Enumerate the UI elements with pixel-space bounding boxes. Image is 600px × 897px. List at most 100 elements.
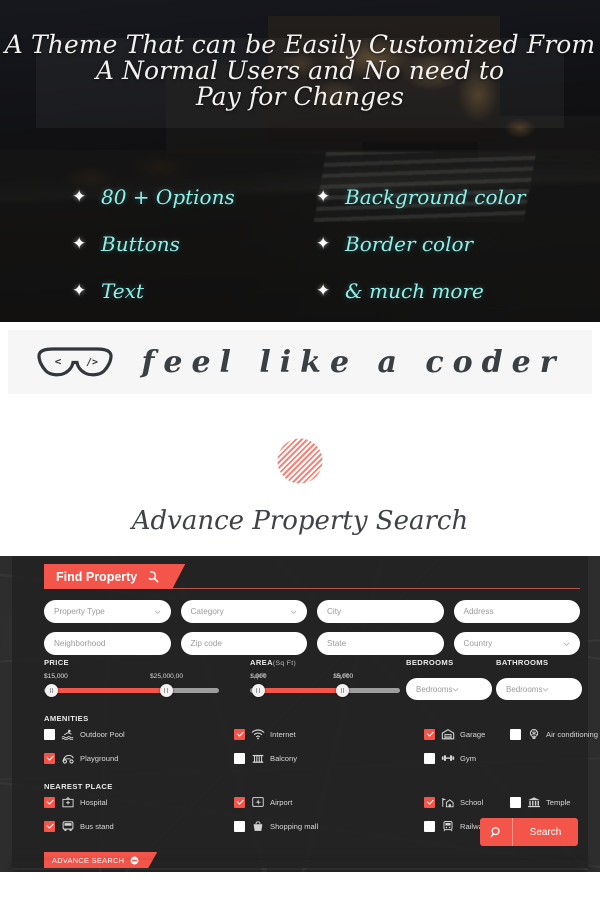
amenity-balcony[interactable]: Balcony [234, 752, 424, 764]
search-button-label: Search [529, 826, 562, 838]
air-conditioning-icon [527, 728, 540, 740]
state-value: State [327, 639, 347, 648]
amenity-outdoor-pool[interactable]: Outdoor Pool [44, 728, 234, 740]
bathrooms-select[interactable]: Bedrooms [496, 678, 582, 700]
airport-icon [251, 796, 264, 808]
diamond-bullet-icon: ✦ [72, 187, 87, 206]
hero-title: A Theme That can be Easily Customized Fr… [0, 32, 600, 110]
hospital-icon [61, 796, 74, 808]
amenity-label: Playground [80, 753, 119, 763]
shopping-bag-icon [251, 820, 264, 832]
country-select[interactable]: Country [453, 632, 580, 655]
checkbox[interactable] [424, 728, 435, 740]
advance-property-search-heading-block: Advance Property Search [0, 420, 600, 540]
checkbox[interactable] [44, 820, 55, 832]
hero-title-line-1: A Theme That can be Easily Customized Fr… [4, 30, 596, 59]
feature-item-much-more: ✦ & much more [316, 279, 560, 303]
bus-icon [61, 820, 74, 832]
bedrooms-select[interactable]: Bedrooms [406, 678, 492, 700]
price-slider-handle-max[interactable] [159, 684, 173, 697]
nearest-place-label: Airport [270, 797, 293, 807]
nearest-place-hospital[interactable]: Hospital [44, 796, 234, 808]
checkbox[interactable] [44, 796, 55, 808]
hero-title-line-3: Pay for Changes [195, 82, 405, 111]
page-title: Advance Property Search [131, 506, 469, 536]
search-icon [480, 818, 513, 846]
country-value: Country [463, 639, 493, 648]
area-label-text: AREA [250, 658, 273, 667]
bathrooms-group: BATHROOMS Bedrooms [496, 658, 582, 700]
bedrooms-label: BEDROOMS [406, 658, 454, 667]
diamond-bullet-icon: ✦ [316, 281, 331, 300]
nearest-place-bus-stand[interactable]: Bus stand [44, 820, 234, 832]
area-unit: (Sq Ft) [272, 660, 297, 667]
school-icon [441, 796, 454, 808]
nearest-place-label: Shopping mall [270, 821, 319, 831]
chevron-down-icon [452, 686, 459, 693]
checkbox[interactable] [234, 820, 245, 832]
chevron-down-icon [290, 608, 297, 615]
checkbox[interactable] [44, 728, 55, 740]
neighborhood-input[interactable]: Neighborhood [44, 632, 171, 655]
checkbox[interactable] [44, 752, 55, 764]
amenity-playground[interactable]: Playground [44, 752, 234, 764]
checkbox[interactable] [234, 752, 245, 764]
area-range-slider[interactable] [250, 684, 400, 697]
neighborhood-value: Neighborhood [54, 639, 106, 648]
checkbox[interactable] [510, 728, 521, 740]
zip-code-input[interactable]: Zip code [180, 632, 307, 655]
temple-icon [527, 796, 540, 808]
property-type-select[interactable]: Property Type [44, 600, 171, 623]
amenity-label: Gym [460, 753, 477, 763]
city-value: City [327, 607, 342, 616]
property-type-value: Property Type [54, 607, 105, 616]
bathrooms-label: BATHROOMS [496, 658, 549, 667]
city-input[interactable]: City [317, 600, 444, 623]
area-slider-fill [257, 688, 343, 693]
hero-section: A Theme That can be Easily Customized Fr… [0, 0, 600, 322]
checkbox[interactable] [234, 728, 245, 740]
nearest-place-temple[interactable]: Temple [510, 796, 580, 808]
price-slider-handle-min[interactable] [45, 684, 58, 697]
feature-item-text: ✦ Text [72, 279, 316, 303]
dumbbell-icon [441, 752, 455, 764]
address-input[interactable]: Address [453, 600, 580, 623]
checkbox[interactable] [234, 796, 245, 808]
checkbox[interactable] [424, 752, 435, 764]
amenity-air-conditioning[interactable]: Air conditioning [510, 728, 598, 740]
category-value: Category [190, 607, 224, 616]
area-slider-handle-min[interactable] [251, 684, 265, 697]
amenity-label: Air conditioning [546, 729, 598, 739]
amenity-gym[interactable]: Gym [424, 752, 580, 764]
nerd-glasses-icon: < /> [35, 345, 115, 379]
area-slider-handle-max[interactable] [336, 684, 349, 697]
amenity-internet[interactable]: Internet [234, 728, 424, 740]
category-select[interactable]: Category [180, 600, 307, 623]
nearest-place-shopping-mall[interactable]: Shopping mall [234, 820, 424, 832]
nearest-place-airport[interactable]: Airport [234, 796, 424, 808]
search-button[interactable]: Search [480, 818, 578, 846]
price-max-value: $25,000,00 [150, 673, 184, 680]
area-max-unit: Sq Ft [333, 673, 349, 680]
checkbox[interactable] [424, 820, 435, 832]
price-slider-fill [51, 688, 167, 693]
nearest-place-title: NEAREST PLACE [44, 782, 113, 791]
garage-icon [441, 728, 455, 740]
checkbox[interactable] [510, 796, 521, 808]
feature-list: ✦ 80 + Options ✦ Background color ✦ Butt… [0, 150, 600, 320]
state-input[interactable]: State [317, 632, 444, 655]
playground-icon [61, 752, 74, 764]
price-range-slider[interactable] [44, 684, 219, 697]
property-search-panel: Find Property Property Type Category Cit… [12, 556, 598, 868]
area-range-values: 1,000 Sq Ft 15,000 Sq Ft [250, 673, 400, 687]
diamond-bullet-icon: ✦ [316, 234, 331, 253]
tab-find-property[interactable]: Find Property [44, 564, 185, 589]
coder-band-text: feel like a coder [141, 344, 565, 380]
amenities-grid: Outdoor Pool Internet Playground Balcony… [44, 728, 598, 764]
area-range-group: AREA(Sq Ft) 1,000 Sq Ft 15,000 Sq Ft [250, 658, 400, 697]
nearest-place-label: Temple [546, 797, 571, 807]
chevron-down-icon [563, 640, 570, 647]
checkbox[interactable] [424, 796, 435, 808]
amenity-label: Balcony [270, 753, 298, 763]
price-min-value: $15,000 [44, 673, 68, 680]
